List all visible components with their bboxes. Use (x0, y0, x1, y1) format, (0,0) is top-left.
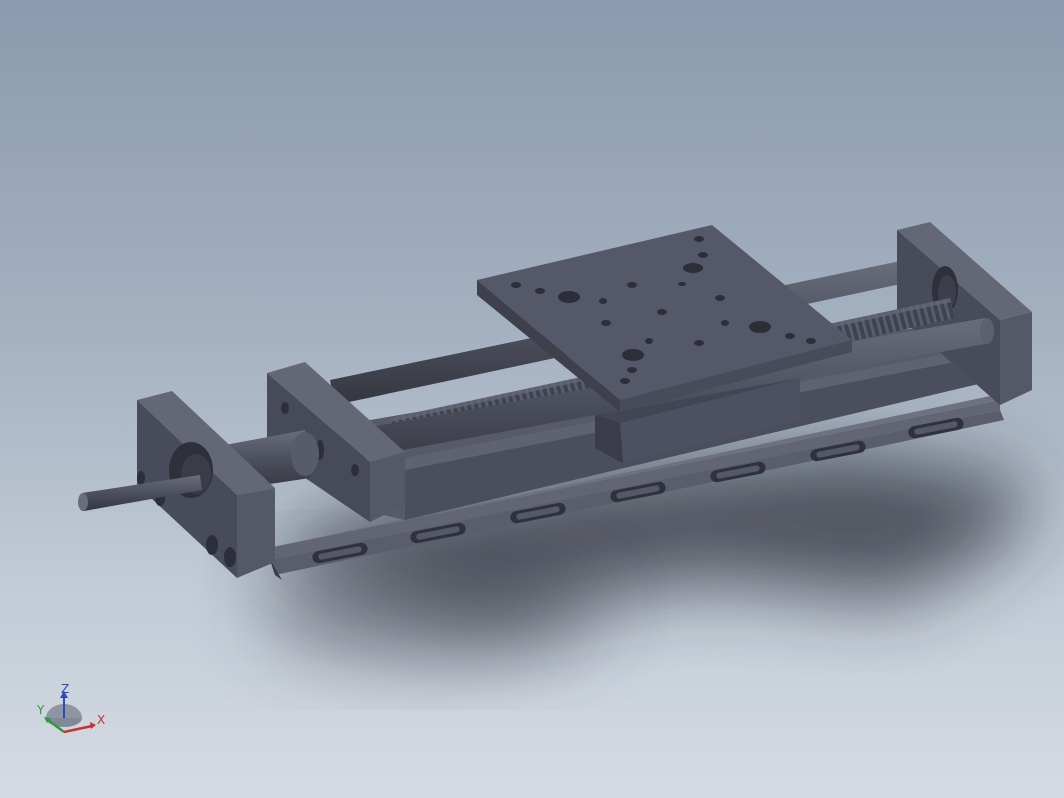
z-axis-label: Z (61, 682, 70, 696)
x-axis-arrow (63, 724, 93, 734)
view-orientation-triad[interactable]: Z X Y (34, 680, 114, 740)
triad-graphic (44, 691, 96, 734)
graphics-viewport[interactable]: Z X Y (0, 0, 1064, 798)
x-axis-label: X (97, 713, 106, 727)
linear-stage-model[interactable] (0, 0, 1064, 798)
y-axis-label: Y (37, 703, 45, 717)
